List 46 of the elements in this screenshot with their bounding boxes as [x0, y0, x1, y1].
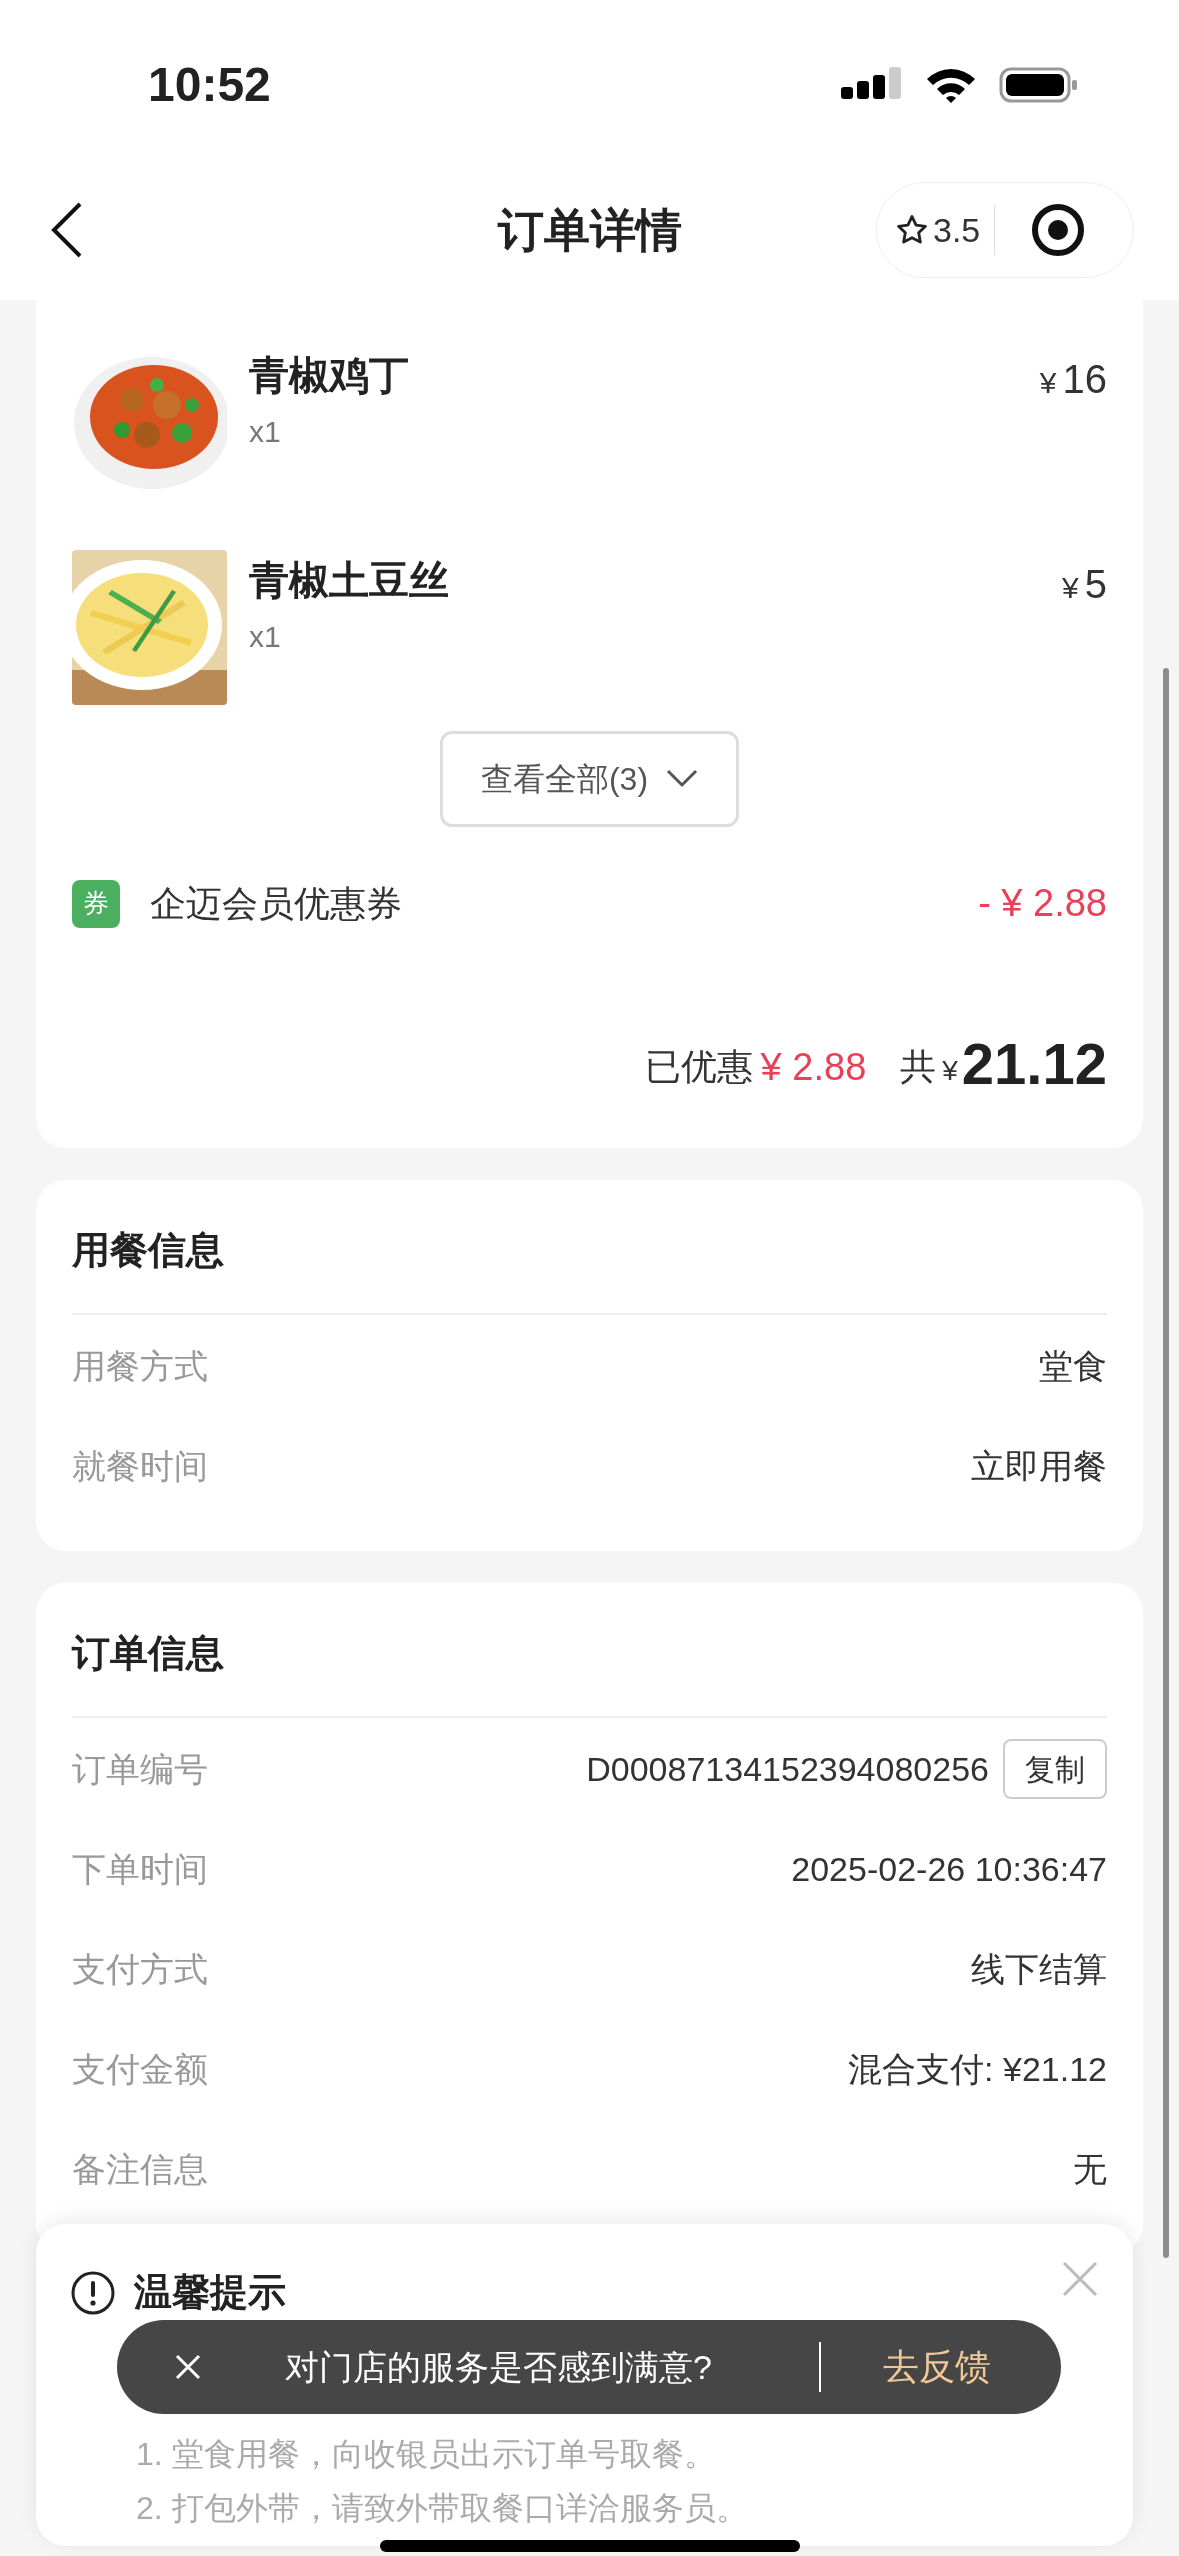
coupon-name: 企迈会员优惠券	[150, 881, 403, 926]
info-value: 立即用餐	[971, 1445, 1107, 1487]
record-icon[interactable]	[1031, 203, 1086, 257]
info-value: 线下结算	[971, 1948, 1107, 1990]
coupon-badge: 券	[72, 879, 120, 928]
page-title: 订单详情	[497, 202, 682, 258]
tip-line: 1. 堂食用餐，向收银员出示订单号取餐。	[136, 2435, 717, 2474]
feedback-button[interactable]: 去反馈	[883, 2340, 991, 2394]
info-label: 下单时间	[72, 1848, 208, 1890]
dish-price: ¥16	[1039, 356, 1107, 403]
section-title: 订单信息	[72, 1625, 1107, 1718]
battery-icon	[999, 65, 1079, 105]
star-icon	[895, 213, 929, 247]
info-value: D00087134152394080256	[586, 1748, 989, 1790]
info-value: 无	[1073, 2148, 1107, 2190]
info-label: 就餐时间	[72, 1445, 208, 1487]
chevron-down-icon	[666, 769, 699, 789]
section-title: 用餐信息	[72, 1222, 1107, 1315]
dish-quantity: x1	[249, 414, 282, 450]
toast-message: 对门店的服务是否感到满意?	[285, 2346, 713, 2388]
info-label: 支付方式	[72, 1948, 208, 1990]
dish-name: 青椒鸡丁	[249, 352, 410, 399]
total-currency: ¥	[942, 1054, 958, 1088]
info-label: 用餐方式	[72, 1345, 208, 1387]
tips-title: 温馨提示	[134, 2270, 286, 2315]
dish-name: 青椒土豆丝	[249, 557, 450, 604]
info-label: 订单编号	[72, 1748, 208, 1790]
total-amount: 21.12	[961, 1032, 1107, 1096]
discount-label: 已优惠	[644, 1045, 753, 1089]
status-time: 10:52	[148, 57, 271, 113]
info-label: 备注信息	[72, 2148, 208, 2190]
coupon-amount: - ¥ 2.88	[978, 881, 1107, 926]
info-value: 混合支付: ¥21.12	[848, 2048, 1107, 2090]
exclamation-icon	[70, 2269, 116, 2316]
copy-button[interactable]: 复制	[1003, 1739, 1107, 1799]
view-all-button[interactable]: 查看全部(3)	[439, 731, 740, 827]
info-value: 堂食	[1039, 1345, 1107, 1387]
tip-line: 2. 打包外带，请致外带取餐口详洽服务员。	[136, 2489, 749, 2528]
total-label: 共	[900, 1045, 937, 1089]
info-label: 支付金额	[72, 2048, 208, 2090]
back-icon[interactable]	[50, 202, 84, 258]
dish-quantity: x1	[249, 619, 282, 655]
discount-amount: ¥ 2.88	[760, 1045, 867, 1090]
dish-price: ¥5	[1062, 561, 1107, 608]
rating-button[interactable]: 3.5	[877, 204, 995, 256]
info-value: 2025-02-26 10:36:47	[791, 1848, 1107, 1890]
